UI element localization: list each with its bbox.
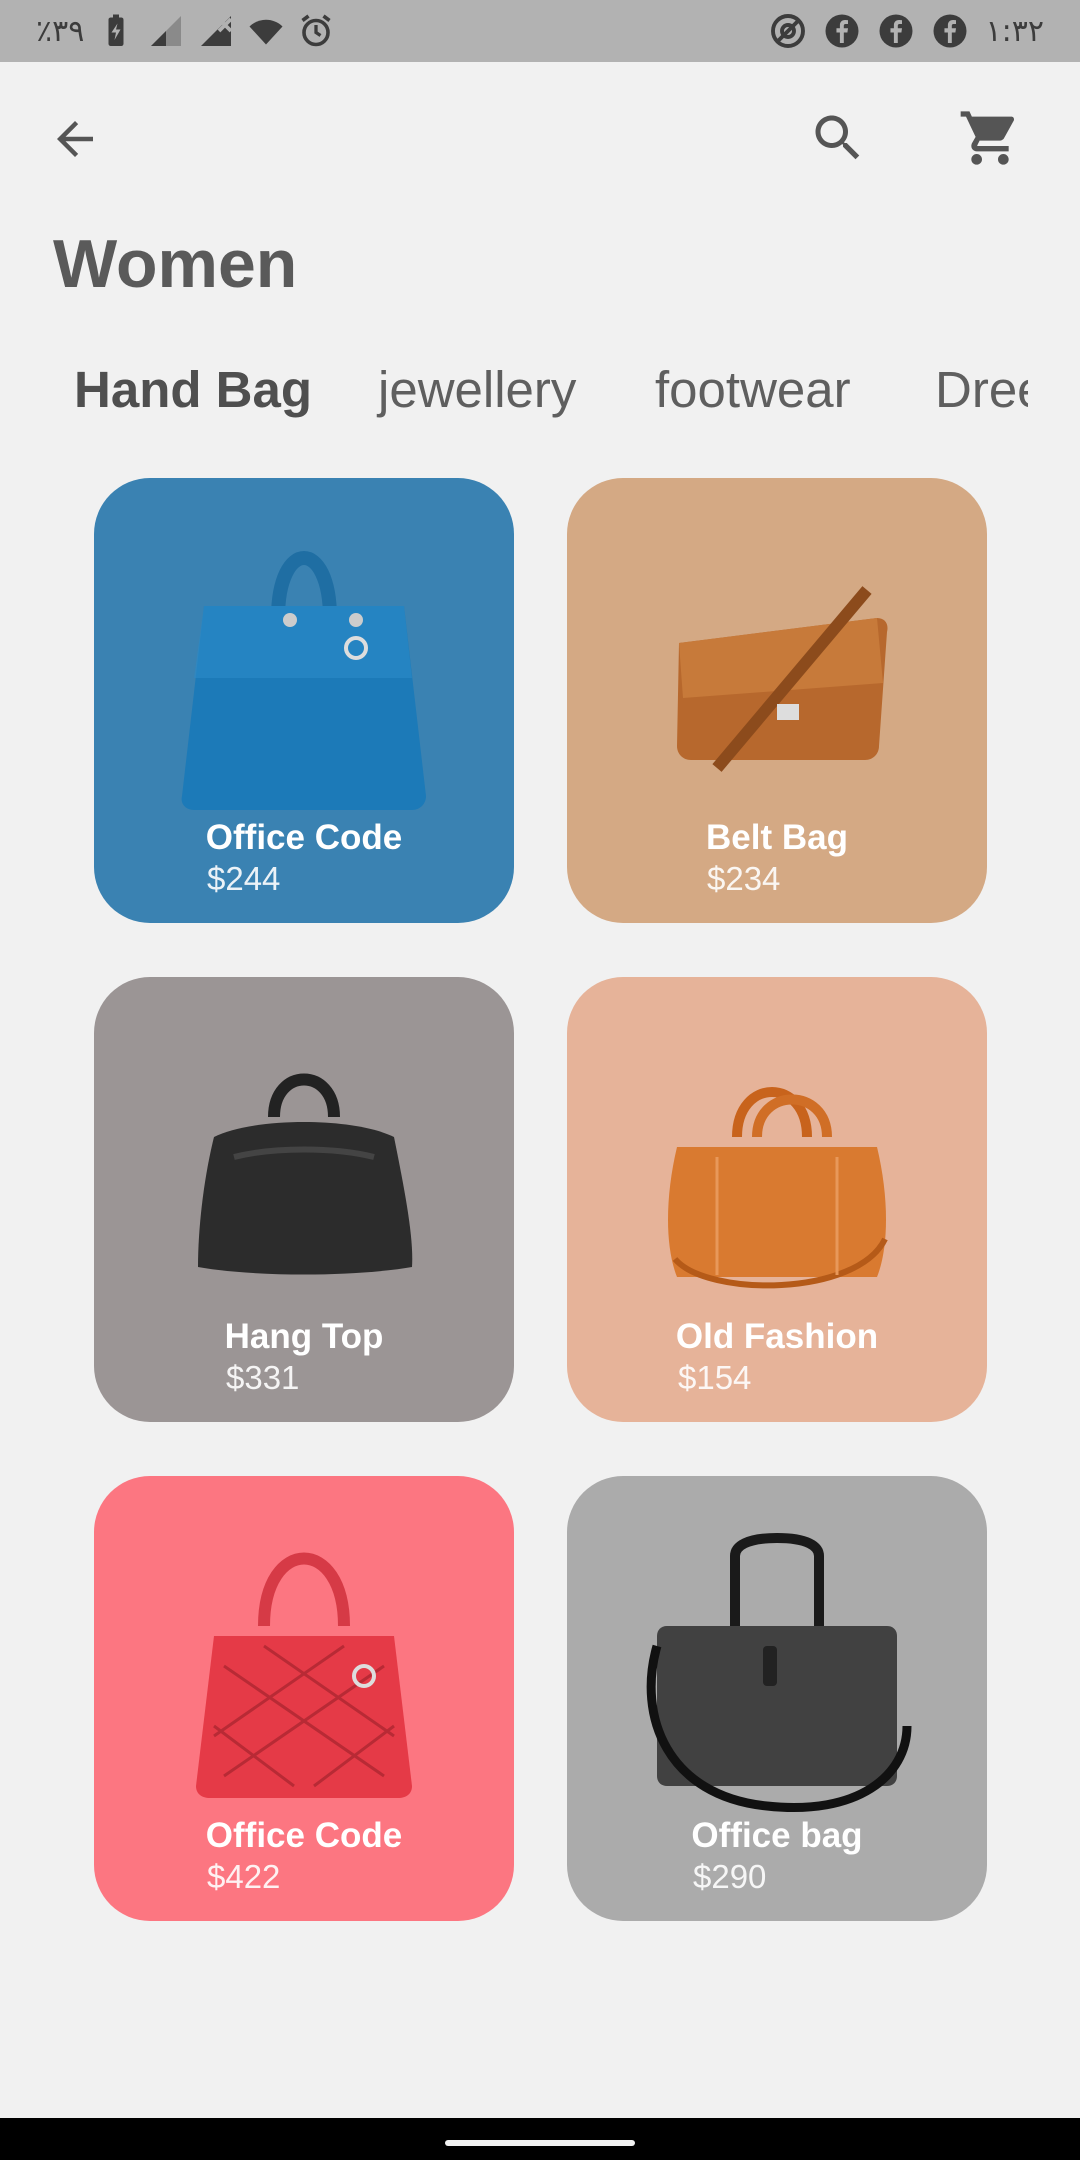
product-card[interactable]: Old Fashion $154 — [567, 977, 987, 1422]
product-name: Belt Bag — [706, 818, 848, 857]
product-price: $154 — [678, 1359, 752, 1396]
alarm-icon — [301, 14, 331, 47]
battery-percent: ٪۳۹ — [36, 13, 85, 49]
product-price: $422 — [207, 1858, 281, 1895]
signal-icon — [151, 16, 182, 46]
page-title: Women — [53, 226, 298, 302]
product-price: $290 — [693, 1858, 767, 1895]
product-name: Office Code — [205, 1816, 403, 1855]
product-card[interactable]: Hang Top $331 — [94, 977, 514, 1422]
arrow-left-icon[interactable] — [48, 112, 102, 166]
cart-icon[interactable] — [958, 106, 1022, 170]
tab-footwear[interactable]: footwear — [655, 350, 851, 430]
tab-jewellery[interactable]: jewellery — [378, 350, 576, 430]
product-price: $331 — [226, 1359, 300, 1396]
facebook-icon — [825, 14, 859, 48]
product-card[interactable]: Office Code $244 — [94, 478, 514, 923]
clock: ۱:۳۲ — [985, 13, 1044, 49]
battery-icon — [108, 14, 124, 46]
product-card[interactable]: Office bag $290 — [567, 1476, 987, 1921]
system-nav-bar — [0, 2118, 1080, 2160]
product-price: $234 — [707, 860, 781, 897]
wifi-icon — [249, 19, 283, 45]
product-name: Office Code — [205, 818, 403, 857]
facebook-icon — [933, 14, 967, 48]
product-price: $244 — [207, 860, 281, 897]
facebook-icon — [879, 14, 913, 48]
at-sign-icon — [770, 14, 805, 48]
status-bar: ٪۳۹ ۱:۳۲ — [0, 0, 1080, 62]
home-gesture-pill[interactable] — [445, 2140, 635, 2146]
product-name: Hang Top — [224, 1317, 384, 1356]
product-name: Old Fashion — [675, 1317, 879, 1356]
product-card[interactable]: Office Code $422 — [94, 1476, 514, 1921]
category-tabs: Hand Bag jewellery footwear Dree — [0, 350, 1028, 430]
signal-off-icon — [201, 16, 233, 46]
product-name: Office bag — [691, 1816, 863, 1855]
product-card[interactable]: Belt Bag $234 — [567, 478, 987, 923]
tab-dree[interactable]: Dree — [935, 350, 1028, 430]
search-icon[interactable] — [808, 108, 868, 168]
tab-hand-bag[interactable]: Hand Bag — [74, 350, 312, 430]
